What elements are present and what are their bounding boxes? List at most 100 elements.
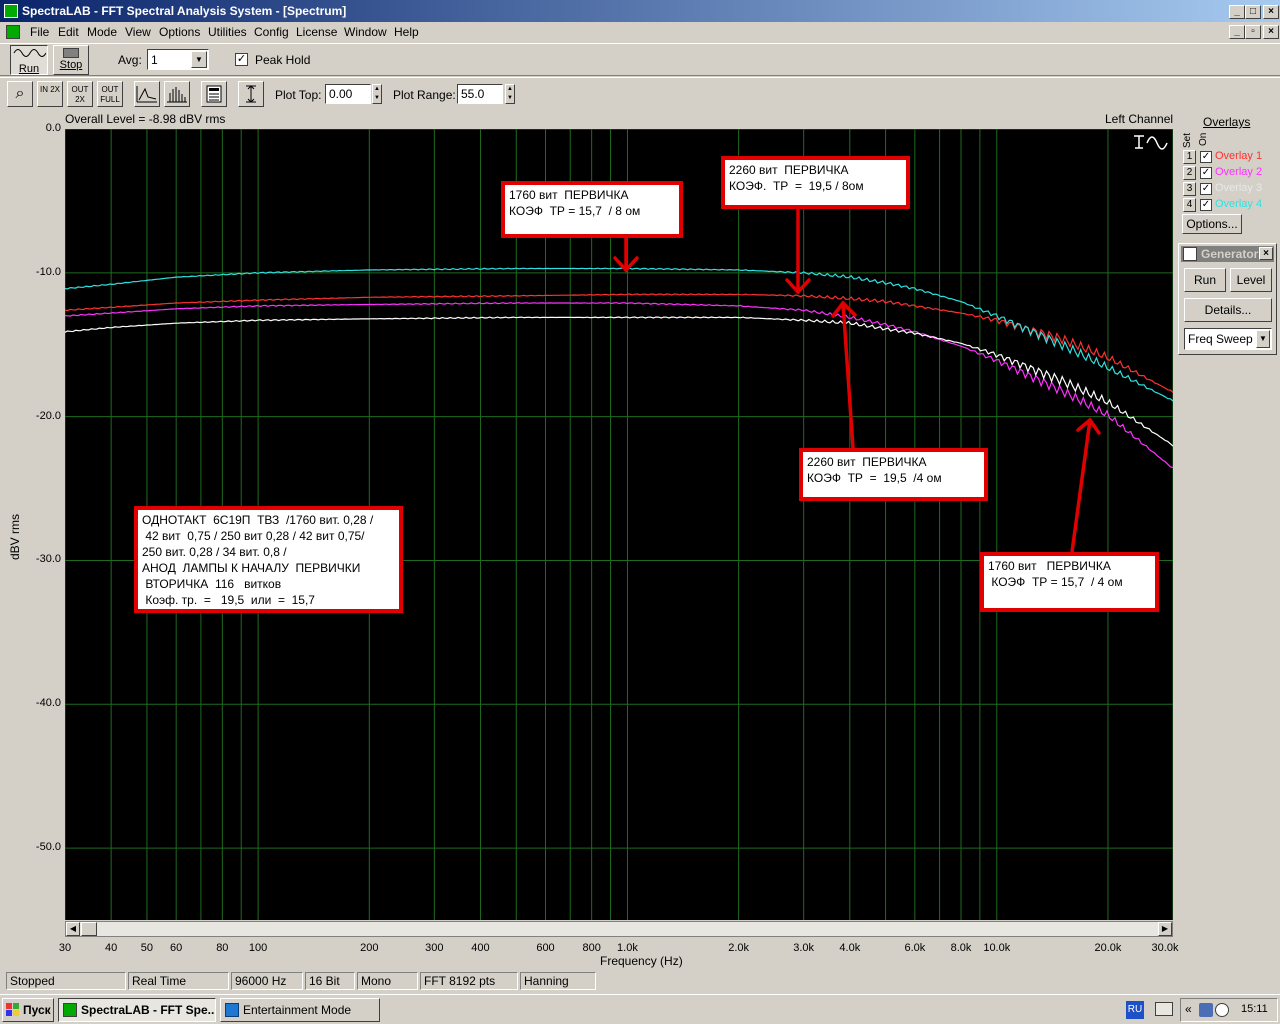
- status-window: Hanning: [520, 972, 596, 990]
- x-tick-label: 60: [170, 942, 183, 954]
- overlay-set-button[interactable]: 2: [1183, 166, 1196, 180]
- start-button[interactable]: Пуск: [2, 998, 54, 1022]
- overlay-checkbox[interactable]: ✓: [1200, 151, 1212, 163]
- menu-mode[interactable]: Mode: [87, 25, 117, 39]
- clock-tray-icon[interactable]: [1215, 1003, 1229, 1017]
- peak-hold-checkbox[interactable]: ✓: [235, 53, 248, 66]
- clock: 15:11: [1241, 1003, 1268, 1015]
- overlay-checkbox[interactable]: ✓: [1200, 199, 1212, 211]
- plot-range-label: Plot Range:: [393, 88, 456, 102]
- x-tick-label: 400: [471, 942, 490, 954]
- generator-panel: Generator × Run Level Details... Freq Sw…: [1178, 243, 1277, 355]
- x-tick-label: 600: [536, 942, 555, 954]
- menu-window[interactable]: Window: [344, 25, 387, 39]
- overlay-checkbox[interactable]: ✓: [1200, 183, 1212, 195]
- plot-range-spinner[interactable]: ▲ ▼: [505, 84, 515, 104]
- avg-select[interactable]: 1 ▼: [147, 49, 209, 70]
- generator-mode-select[interactable]: Freq Sweep ▼: [1184, 328, 1272, 350]
- x-tick-label: 20.0k: [1094, 942, 1122, 954]
- y-tick-label: -10.0: [35, 265, 61, 278]
- run-button[interactable]: Run: [10, 45, 48, 75]
- status-state: Stopped: [6, 972, 126, 990]
- minimize-button[interactable]: _: [1229, 5, 1245, 19]
- y-tick-label: -40.0: [35, 697, 61, 710]
- on-column-label: On: [1198, 132, 1209, 146]
- scroll-left-arrow-icon[interactable]: ◀: [66, 922, 80, 936]
- x-tick-label: 2.0k: [728, 942, 750, 954]
- menu-license[interactable]: License: [296, 25, 337, 39]
- stop-button[interactable]: Stop: [53, 45, 89, 75]
- line-plot-button[interactable]: [134, 81, 160, 107]
- menu-utilities[interactable]: Utilities: [208, 25, 247, 39]
- scale-button[interactable]: [238, 81, 264, 107]
- scroll-right-arrow-icon[interactable]: ▶: [1158, 922, 1172, 936]
- status-channels: Mono: [357, 972, 418, 990]
- menu-help[interactable]: Help: [394, 25, 419, 39]
- zoom-out-2x-button[interactable]: OUT 2X: [67, 81, 93, 107]
- status-bit-depth: 16 Bit: [305, 972, 355, 990]
- bar-plot-icon: [167, 87, 187, 103]
- x-tick-label: 6.0k: [904, 942, 926, 954]
- overlay-set-button[interactable]: 1: [1183, 150, 1196, 164]
- menu-edit[interactable]: Edit: [58, 25, 79, 39]
- annotation-box: 2260 вит ПЕРВИЧКА КОЭФ. ТР = 19,5 / 8ом: [721, 156, 910, 209]
- annotation-box: ОДНОТАКТ 6С19П ТВЗ /1760 вит. 0,28 / 42 …: [134, 506, 403, 613]
- overlay-checkbox[interactable]: ✓: [1200, 167, 1212, 179]
- generator-level-button[interactable]: Level: [1230, 268, 1272, 292]
- generator-close-icon[interactable]: ×: [1259, 247, 1273, 260]
- stop-icon: [63, 48, 79, 58]
- x-tick-label: 3.0k: [793, 942, 815, 954]
- task-entertainment-mode[interactable]: Entertainment Mode: [220, 998, 380, 1022]
- task-spectralab[interactable]: SpectraLAB - FFT Spe...: [58, 998, 216, 1022]
- mdi-restore-button[interactable]: ▫: [1245, 25, 1261, 39]
- network-icon[interactable]: [1199, 1003, 1213, 1017]
- maximize-button[interactable]: □: [1245, 5, 1261, 19]
- channel-label: Left Channel: [1105, 112, 1174, 126]
- menu-file[interactable]: File: [30, 25, 49, 39]
- series-line: [65, 293, 1173, 393]
- overlay-set-button[interactable]: 3: [1183, 182, 1196, 196]
- chevron-down-icon[interactable]: ▼: [191, 51, 207, 68]
- generator-details-button[interactable]: Details...: [1184, 298, 1272, 322]
- vertical-scale-icon: [246, 85, 256, 103]
- menu-config[interactable]: Config: [254, 25, 289, 39]
- x-tick-label: 300: [425, 942, 444, 954]
- zoom-tool-button[interactable]: ⌕: [7, 81, 33, 107]
- stop-label: Stop: [59, 59, 83, 71]
- generator-run-button[interactable]: Run: [1184, 268, 1226, 292]
- zoom-out-full-button[interactable]: OUT FULL: [97, 81, 123, 107]
- language-indicator[interactable]: RU: [1126, 1001, 1144, 1019]
- x-tick-label: 200: [360, 942, 379, 954]
- title-bar: SpectraLAB - FFT Spectral Analysis Syste…: [0, 0, 1280, 22]
- close-button[interactable]: ×: [1263, 5, 1279, 19]
- magnifier-icon: ⌕: [15, 85, 25, 102]
- task-label: SpectraLAB - FFT Spe...: [81, 1003, 216, 1017]
- plot-top-label: Plot Top:: [275, 88, 322, 102]
- document-icon[interactable]: [6, 25, 20, 39]
- overall-level: Overall Level = -8.98 dBV rms: [65, 112, 226, 126]
- y-tick-label: 0.0: [45, 122, 61, 134]
- menu-options[interactable]: Options: [159, 25, 200, 39]
- spectralab-icon: [63, 1003, 77, 1017]
- overlay-options-button[interactable]: Options...: [1182, 214, 1242, 234]
- status-bar: Stopped Real Time 96000 Hz 16 Bit Mono F…: [0, 970, 1280, 992]
- scroll-thumb[interactable]: [81, 922, 97, 936]
- chevron-down-icon[interactable]: ▼: [1256, 330, 1270, 348]
- overlay-set-button[interactable]: 4: [1183, 198, 1196, 212]
- y-tick-label: -30.0: [35, 553, 61, 566]
- avg-label: Avg:: [118, 53, 142, 67]
- generator-title: Generator: [1201, 247, 1259, 261]
- plot-range-input[interactable]: 55.0: [457, 84, 503, 104]
- plot-top-input[interactable]: 0.00: [325, 84, 371, 104]
- calculator-button[interactable]: [201, 81, 227, 107]
- mdi-minimize-button[interactable]: _: [1229, 25, 1245, 39]
- tray-expand-icon[interactable]: «: [1185, 1002, 1192, 1016]
- menu-view[interactable]: View: [125, 25, 151, 39]
- zoom-in-2x-button[interactable]: IN 2X: [37, 81, 63, 107]
- bar-plot-button[interactable]: [164, 81, 190, 107]
- horizontal-scrollbar[interactable]: ◀ ▶: [65, 921, 1173, 937]
- plot-top-spinner[interactable]: ▲ ▼: [372, 84, 382, 104]
- run-label: Run: [18, 63, 40, 75]
- keyboard-icon[interactable]: [1155, 1002, 1173, 1016]
- mdi-close-button[interactable]: ×: [1263, 25, 1279, 39]
